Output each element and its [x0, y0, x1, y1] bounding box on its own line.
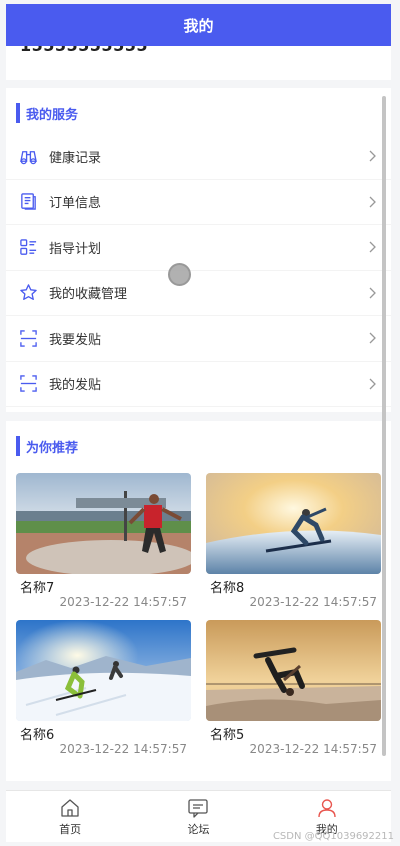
- document-icon: [18, 192, 38, 212]
- binoculars-icon: [18, 146, 38, 166]
- watermark: CSDN @QQ1039692211: [272, 831, 394, 842]
- recommend-date: 2023-12-22 14:57:57: [249, 595, 377, 609]
- menu-item-favorites[interactable]: 我的收藏管理: [6, 271, 391, 316]
- recommend-date: 2023-12-22 14:57:57: [59, 742, 187, 756]
- menu-item-guidance-plan[interactable]: 指导计划: [6, 225, 391, 271]
- skiers-slope-photo: [16, 620, 191, 721]
- user-icon: [318, 799, 336, 818]
- recommend-card[interactable]: 名称7 2023-12-22 14:57:57: [16, 473, 191, 620]
- chevron-right-icon: [369, 378, 376, 390]
- recommend-card[interactable]: 名称5 2023-12-22 14:57:57: [206, 620, 381, 767]
- recommend-date: 2023-12-22 14:57:57: [59, 595, 187, 609]
- recommend-name: 名称7: [20, 581, 55, 596]
- menu-item-new-post[interactable]: 我要发贴: [6, 316, 391, 362]
- menu-item-health-record[interactable]: 健康记录: [6, 134, 391, 180]
- skateboarder-photo: [206, 620, 381, 721]
- touch-cursor-indicator: [168, 263, 191, 286]
- vertical-scrollbar[interactable]: [382, 96, 386, 756]
- content-scroll-area[interactable]: 我的服务 健康记录 订单信息 指导计划 我的收藏管理 我要发贴 我的发贴 为你推…: [6, 88, 391, 788]
- recommend-grid: 名称7 2023-12-22 14:57:57 名称8 2023-12-22 1…: [6, 459, 391, 767]
- services-menu: 健康记录 订单信息 指导计划 我的收藏管理 我要发贴 我的发贴: [6, 134, 391, 407]
- menu-item-label: 订单信息: [49, 196, 102, 212]
- tab-label: 首页: [59, 823, 82, 836]
- section-accent-bar: [16, 103, 20, 123]
- recommend-card[interactable]: 名称6 2023-12-22 14:57:57: [16, 620, 191, 767]
- recommend-title: 为你推荐: [26, 440, 79, 456]
- recommend-name: 名称5: [210, 728, 245, 743]
- recommend-section: 为你推荐 名称7 2023-12-22 14:57:57 名称8 2023-12…: [6, 421, 391, 781]
- chevron-right-icon: [369, 287, 376, 299]
- tab-label: 论坛: [187, 823, 210, 836]
- recommend-name: 名称6: [20, 728, 55, 743]
- services-title: 我的服务: [26, 107, 79, 123]
- scan-frame-icon: [18, 374, 38, 394]
- tab-forum[interactable]: 论坛: [134, 791, 262, 842]
- discus-thrower-photo: [16, 473, 191, 574]
- profile-strip: 15555555555: [6, 46, 391, 80]
- menu-item-my-posts[interactable]: 我的发贴: [6, 362, 391, 407]
- chevron-right-icon: [369, 150, 376, 162]
- header-bar: 我的: [6, 4, 391, 46]
- chevron-right-icon: [369, 241, 376, 253]
- recommend-date: 2023-12-22 14:57:57: [249, 742, 377, 756]
- services-section: 我的服务 健康记录 订单信息 指导计划 我的收藏管理 我要发贴 我的发贴: [6, 88, 391, 412]
- star-icon: [18, 283, 38, 303]
- home-icon: [61, 799, 79, 817]
- scan-frame-icon: [18, 328, 38, 348]
- tab-home[interactable]: 首页: [6, 791, 134, 842]
- menu-item-label: 我要发贴: [49, 332, 102, 348]
- recommend-header: 为你推荐: [6, 433, 391, 459]
- recommend-card[interactable]: 名称8 2023-12-22 14:57:57: [206, 473, 381, 620]
- chat-icon: [188, 799, 209, 818]
- chevron-right-icon: [369, 332, 376, 344]
- section-accent-bar: [16, 436, 20, 456]
- page-title: 我的: [183, 16, 214, 35]
- menu-item-label: 指导计划: [49, 241, 102, 257]
- menu-item-order-info[interactable]: 订单信息: [6, 180, 391, 225]
- chevron-right-icon: [369, 196, 376, 208]
- snowboarder-sunset-photo: [206, 473, 381, 574]
- services-header: 我的服务: [6, 100, 391, 126]
- recommend-name: 名称8: [210, 581, 245, 596]
- profile-phone: 15555555555: [20, 46, 148, 55]
- list-icon: [18, 237, 38, 257]
- menu-item-label: 我的发贴: [49, 378, 102, 394]
- menu-item-label: 我的收藏管理: [49, 287, 128, 303]
- menu-item-label: 健康记录: [49, 150, 102, 166]
